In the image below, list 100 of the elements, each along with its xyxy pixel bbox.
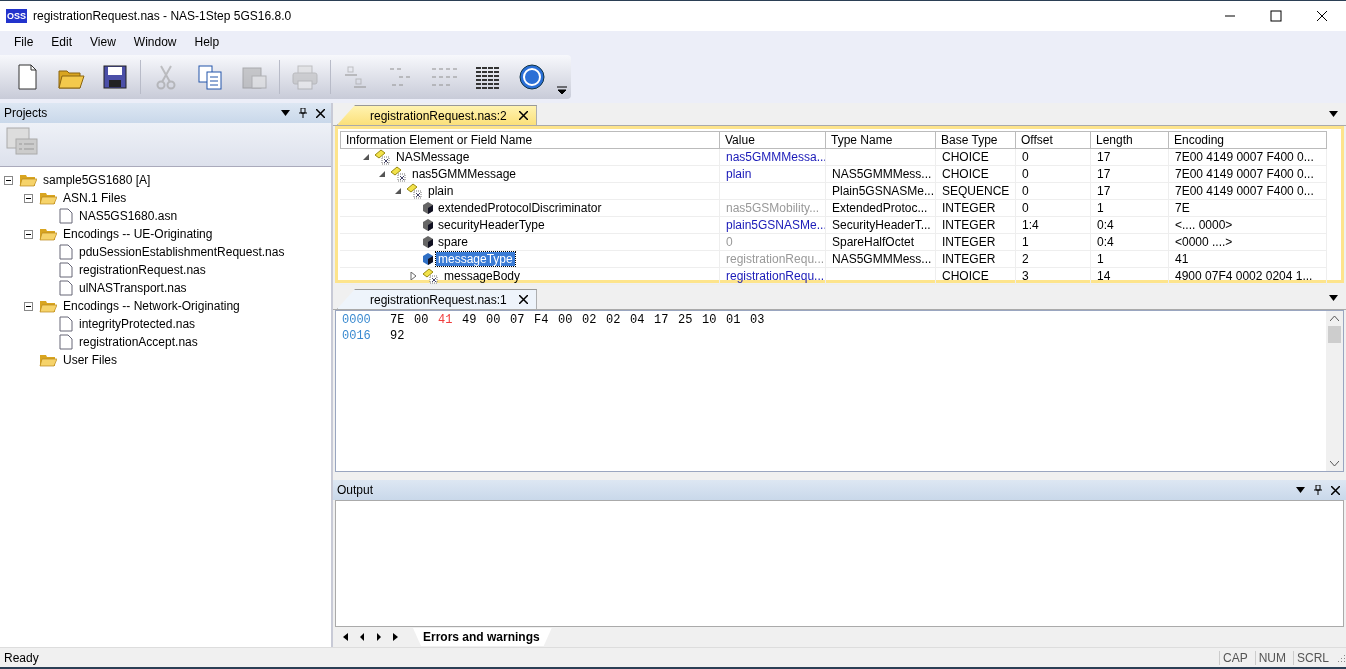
folder-icon	[39, 227, 57, 241]
hex-byte: 00	[414, 313, 430, 329]
table-cell: 0:4	[1091, 234, 1169, 250]
hex-byte: 25	[678, 313, 694, 329]
menu-item[interactable]: View	[90, 35, 116, 49]
hex-offset: 0000	[342, 313, 372, 329]
table-cell: 3	[1016, 268, 1091, 284]
close-icon[interactable]	[316, 108, 325, 118]
pin-icon[interactable]	[1314, 485, 1322, 495]
field-name[interactable]: plain	[426, 184, 456, 198]
hex-byte: 00	[486, 313, 502, 329]
column-header[interactable]: Length	[1091, 131, 1169, 149]
close-icon[interactable]	[1331, 485, 1340, 495]
document-tab[interactable]: registrationRequest.nas:2	[337, 105, 537, 125]
tree-item[interactable]: Encodings -- UE-Originating	[60, 227, 213, 241]
menu-item[interactable]: Edit	[51, 35, 73, 49]
hex-offset: 0016	[342, 329, 372, 345]
scrollbar-thumb[interactable]	[1328, 326, 1341, 343]
expand-toggle-icon[interactable]	[410, 272, 418, 280]
field-name[interactable]: extendedProtocolDiscriminator	[436, 201, 604, 215]
column-header[interactable]: Type Name	[826, 131, 936, 149]
table-cell: <.... 0000>	[1169, 217, 1327, 233]
collapse-toggle-icon[interactable]	[4, 175, 16, 185]
field-icon	[422, 218, 434, 232]
menu-item[interactable]: Window	[133, 35, 177, 49]
expand-toggle-icon[interactable]	[362, 153, 370, 161]
table-cell: NAS5GMMMess...	[832, 167, 932, 181]
table-cell: INTEGER	[936, 217, 1016, 233]
field-name[interactable]: messageType	[436, 252, 515, 266]
table-cell: INTEGER	[936, 234, 1016, 250]
hex-byte: 04	[630, 313, 646, 329]
dropdown-icon[interactable]	[1329, 111, 1338, 117]
file-icon	[59, 280, 73, 296]
resize-grip-icon[interactable]	[1336, 652, 1346, 663]
file-icon	[59, 334, 73, 350]
file-icon	[59, 316, 73, 332]
tree-item[interactable]: ulNASTransport.nas	[76, 281, 187, 295]
tree-item[interactable]: registrationAccept.nas	[76, 335, 198, 349]
table-cell: CHOICE	[936, 166, 1016, 182]
status-indicator: NUM	[1254, 650, 1289, 665]
tree-item[interactable]: pduSessionEstablishmentRequest.nas	[76, 245, 285, 259]
table-cell: NAS5GMMMess...	[832, 252, 932, 266]
output-tab[interactable]: Errors and warnings	[413, 628, 552, 646]
collapse-toggle-icon[interactable]	[24, 193, 36, 203]
menu-item[interactable]: Help	[194, 35, 220, 49]
field-name[interactable]: messageBody	[442, 269, 523, 283]
hex-byte: 01	[726, 313, 742, 329]
tree-item[interactable]: NAS5GS1680.asn	[76, 209, 178, 223]
field-name[interactable]: nas5GMMMessage	[410, 167, 519, 181]
field-name[interactable]: spare	[436, 235, 471, 249]
table-cell: Plain5GSNASMe...	[832, 184, 935, 198]
table-cell: 0	[1016, 166, 1091, 182]
collapse-toggle-icon[interactable]	[24, 229, 36, 239]
tree-item[interactable]: Encodings -- Network-Originating	[60, 299, 240, 313]
toolbar-overflow-icon[interactable]	[557, 85, 567, 95]
table-cell: plain	[726, 167, 752, 181]
scroll-down-icon[interactable]	[1330, 461, 1339, 467]
table-cell: nas5GSMobility...	[726, 201, 820, 215]
first-page-icon[interactable]	[341, 633, 349, 641]
column-header[interactable]: Base Type	[936, 131, 1016, 149]
field-name[interactable]: securityHeaderType	[436, 218, 547, 232]
expand-toggle-icon[interactable]	[394, 187, 402, 195]
table-cell: SEQUENCE	[936, 183, 1016, 199]
table-cell: CHOICE	[936, 149, 1016, 165]
tree-item[interactable]: User Files	[60, 353, 117, 367]
table-cell: 41	[1169, 251, 1327, 267]
dropdown-icon[interactable]	[1329, 295, 1338, 301]
table-cell: SecurityHeaderT...	[832, 218, 931, 232]
hex-byte: 07	[510, 313, 526, 329]
tree-item[interactable]: registrationRequest.nas	[76, 263, 206, 277]
table-cell: INTEGER	[936, 200, 1016, 216]
last-page-icon[interactable]	[392, 633, 400, 641]
pin-icon[interactable]	[299, 108, 307, 118]
document-tab[interactable]: registrationRequest.nas:1	[337, 289, 537, 309]
maximize-icon[interactable]	[1270, 10, 1282, 22]
tree-item[interactable]: ASN.1 Files	[60, 191, 127, 205]
field-icon	[422, 235, 434, 249]
dropdown-icon[interactable]	[281, 110, 290, 116]
next-icon[interactable]	[375, 633, 383, 641]
table-cell: <0000 ....>	[1169, 234, 1327, 250]
table-cell: 17	[1091, 166, 1169, 182]
table-cell: 1	[1091, 251, 1169, 267]
vertical-scrollbar[interactable]	[1326, 311, 1343, 471]
menu-item[interactable]: File	[14, 35, 34, 49]
column-header[interactable]: Information Element or Field Name	[340, 131, 720, 149]
previous-icon[interactable]	[358, 633, 366, 641]
column-header[interactable]: Offset	[1016, 131, 1091, 149]
close-icon[interactable]	[518, 111, 528, 120]
tree-item[interactable]: integrityProtected.nas	[76, 317, 196, 331]
close-icon[interactable]	[1316, 10, 1328, 22]
tree-item[interactable]: sample5GS1680 [A]	[40, 173, 151, 187]
close-icon[interactable]	[518, 295, 528, 304]
expand-toggle-icon[interactable]	[378, 170, 386, 178]
dropdown-icon[interactable]	[1296, 487, 1305, 493]
scroll-up-icon[interactable]	[1330, 315, 1339, 321]
column-header[interactable]: Encoding	[1169, 131, 1327, 149]
collapse-toggle-icon[interactable]	[24, 301, 36, 311]
column-header[interactable]: Value	[720, 131, 826, 149]
field-icon	[422, 201, 434, 215]
field-name[interactable]: NASMessage	[394, 150, 472, 164]
